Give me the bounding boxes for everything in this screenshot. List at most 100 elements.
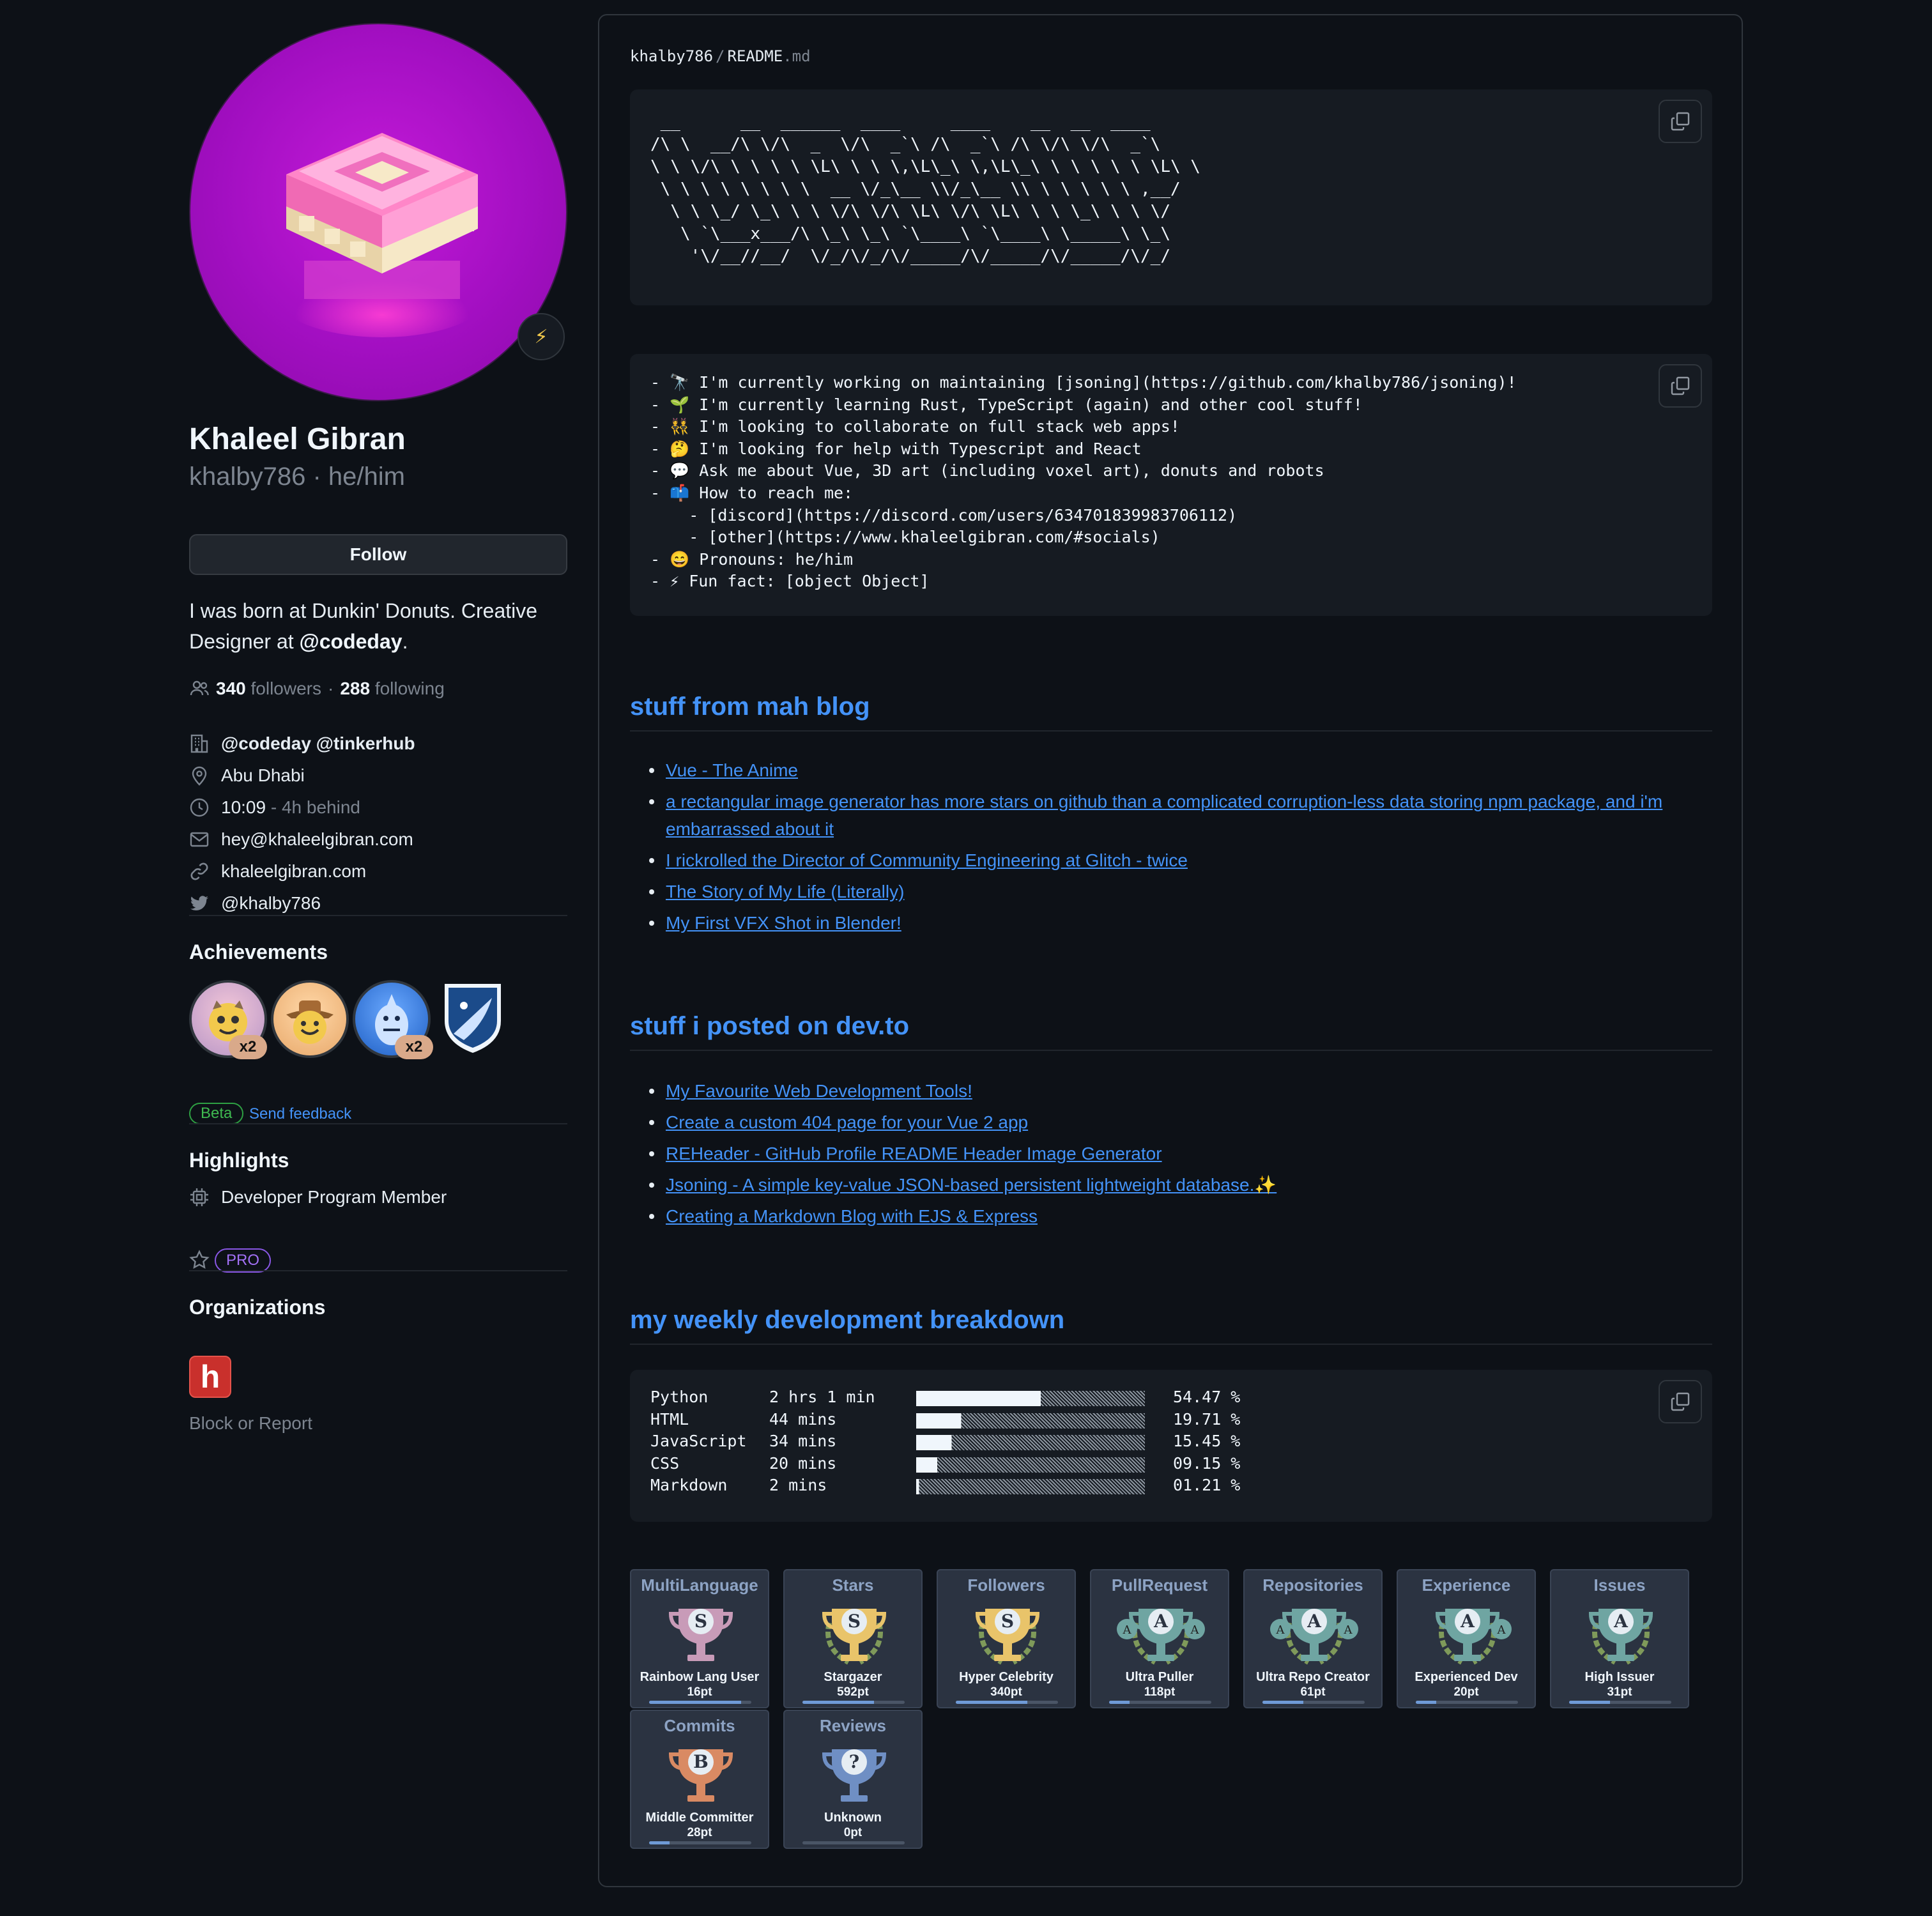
trophy-progress-bar <box>956 1701 1058 1704</box>
blog-link-list: Vue - The Anime a rectangular image gene… <box>630 756 1712 940</box>
developer-program-highlight[interactable]: Developer Program Member <box>189 1187 447 1207</box>
about-me-text: - 🔭 I'm currently working on maintaining… <box>650 373 1517 591</box>
profile-username-pronouns: khalby786 · he/him <box>189 463 405 491</box>
highlights-heading: Highlights <box>189 1149 289 1172</box>
trophy-icon: S <box>668 1609 733 1661</box>
achievement-yolo[interactable] <box>271 980 349 1058</box>
svg-text:A: A <box>1344 1623 1353 1637</box>
trophy-progress-fill <box>649 1701 741 1704</box>
trophy-rank: A <box>1460 1611 1475 1632</box>
devto-link[interactable]: REHeader - GitHub Profile README Header … <box>666 1144 1162 1163</box>
trophy-title: Followers <box>967 1575 1045 1595</box>
send-feedback-link[interactable]: Send feedback <box>249 1105 351 1123</box>
lightning-icon: ⚡ <box>534 326 548 348</box>
stat-time: 2 hrs 1 min <box>769 1388 875 1406</box>
devto-link-list: My Favourite Web Development Tools! Crea… <box>630 1077 1712 1234</box>
devto-link[interactable]: My Favourite Web Development Tools! <box>666 1081 972 1101</box>
trophy-progress-bar <box>1262 1701 1365 1704</box>
stat-bar <box>916 1435 1145 1451</box>
status-emoji-button[interactable]: ⚡ <box>518 313 565 360</box>
block-report-link[interactable]: Block or Report <box>189 1413 312 1434</box>
trophy-title: Stars <box>832 1575 874 1595</box>
svg-text:A: A <box>1276 1623 1285 1637</box>
trophy-rank: S <box>1001 1611 1014 1632</box>
follow-counts: 340 followers · 288 following <box>189 678 445 699</box>
achievement-count-badge: x2 <box>395 1035 433 1059</box>
copy-button[interactable] <box>1659 1380 1702 1423</box>
stat-language: Markdown <box>650 1476 728 1495</box>
trophy-progress-bar <box>649 1701 751 1704</box>
email-link[interactable]: hey@khaleelgibran.com <box>221 829 413 850</box>
trophy-rank: B <box>693 1751 709 1772</box>
trophy-card: Commits B Middle Committer 28pt <box>630 1710 769 1849</box>
trophy-icon: B <box>668 1749 733 1802</box>
profile-bio: I was born at Dunkin' Donuts. Creative D… <box>189 599 538 653</box>
location-detail: Abu Dhabi <box>189 765 305 786</box>
weekly-stats-codeblock: Python 2 hrs 1 min 54.47 % HTML 44 mins … <box>630 1370 1712 1522</box>
copy-button[interactable] <box>1659 100 1702 143</box>
trophy-progress-fill <box>956 1701 1027 1704</box>
trophy-rank: A <box>1153 1611 1169 1632</box>
organization-avatar[interactable]: h <box>189 1356 231 1398</box>
stat-percent: 19.71 % <box>1173 1409 1241 1429</box>
readme-file-link[interactable]: README <box>728 47 783 65</box>
blog-heading: stuff from mah blog <box>630 693 1712 732</box>
list-item: Jsoning - A simple key-value JSON-based … <box>630 1171 1712 1199</box>
blog-link[interactable]: I rickrolled the Director of Community E… <box>666 850 1188 870</box>
trophy-icon: S <box>822 1609 887 1665</box>
stat-percent: 15.45 % <box>1173 1432 1241 1451</box>
company-link[interactable]: @codeday @tinkerhub <box>221 733 415 754</box>
pro-badge[interactable]: PRO <box>215 1248 272 1273</box>
avatar[interactable] <box>189 23 567 401</box>
stat-bar <box>916 1413 1145 1429</box>
trophy-name: Rainbow Lang User <box>640 1670 760 1684</box>
blog-link[interactable]: The Story of My Life (Literally) <box>666 882 904 901</box>
trophy-card: Issues A High Issuer 31pt <box>1550 1569 1689 1708</box>
trophy-points: 340pt <box>990 1685 1022 1699</box>
cpu-icon <box>190 1188 208 1206</box>
stat-language: Python <box>650 1388 709 1406</box>
trophy-rank: A <box>1307 1611 1322 1632</box>
followers-link[interactable]: 340 followers <box>216 678 321 699</box>
trophy-rank: S <box>848 1611 861 1632</box>
blog-link[interactable]: My First VFX Shot in Blender! <box>666 913 901 933</box>
readme-owner-link[interactable]: khalby786 <box>630 47 713 65</box>
website-link[interactable]: khaleelgibran.com <box>221 861 366 882</box>
copy-icon <box>1671 1392 1690 1411</box>
blog-link[interactable]: Vue - The Anime <box>666 760 798 780</box>
copy-icon <box>1671 376 1690 395</box>
trophy-points: 16pt <box>687 1685 712 1699</box>
follow-button[interactable]: Follow <box>189 534 567 575</box>
trophy-card: Repositories A A A Ultra Repo Creator 61pt <box>1243 1569 1383 1708</box>
list-item: Creating a Markdown Blog with EJS & Expr… <box>630 1202 1712 1230</box>
bio-org-link[interactable]: @codeday <box>300 630 402 653</box>
trophy-title: MultiLanguage <box>641 1575 758 1595</box>
following-link[interactable]: 288 following <box>340 678 444 699</box>
star-icon <box>189 1250 210 1269</box>
trophy-progress-bar <box>649 1841 751 1844</box>
trophy-rank: ? <box>849 1751 859 1772</box>
blog-link[interactable]: a rectangular image generator has more s… <box>666 792 1662 839</box>
profile-full-name: Khaleel Gibran <box>189 422 406 456</box>
trophy-name: Hyper Celebrity <box>959 1670 1054 1684</box>
copy-button[interactable] <box>1659 364 1702 408</box>
stat-language: HTML <box>650 1409 689 1429</box>
trophy-icon: A AA <box>1117 1609 1205 1665</box>
twitter-link[interactable]: @khalby786 <box>221 893 321 914</box>
stat-bar <box>916 1479 1145 1495</box>
devto-link[interactable]: Jsoning - A simple key-value JSON-based … <box>666 1175 1276 1195</box>
achievement-arctic-code-vault[interactable] <box>441 980 505 1055</box>
divider <box>189 915 567 916</box>
location-icon <box>192 766 207 786</box>
devto-link[interactable]: Creating a Markdown Blog with EJS & Expr… <box>666 1206 1038 1226</box>
trophy-points: 31pt <box>1607 1685 1632 1699</box>
svg-text:A: A <box>1497 1623 1506 1637</box>
trophy-points: 20pt <box>1453 1685 1479 1699</box>
stat-percent: 01.21 % <box>1173 1476 1241 1495</box>
trophy-progress-bar <box>1416 1701 1518 1704</box>
trophy-points: 0pt <box>843 1826 862 1839</box>
trophy-points: 592pt <box>837 1685 869 1699</box>
trophy-icon: AA <box>1435 1609 1512 1665</box>
devto-link[interactable]: Create a custom 404 page for your Vue 2 … <box>666 1112 1028 1132</box>
stat-bar <box>916 1391 1145 1406</box>
